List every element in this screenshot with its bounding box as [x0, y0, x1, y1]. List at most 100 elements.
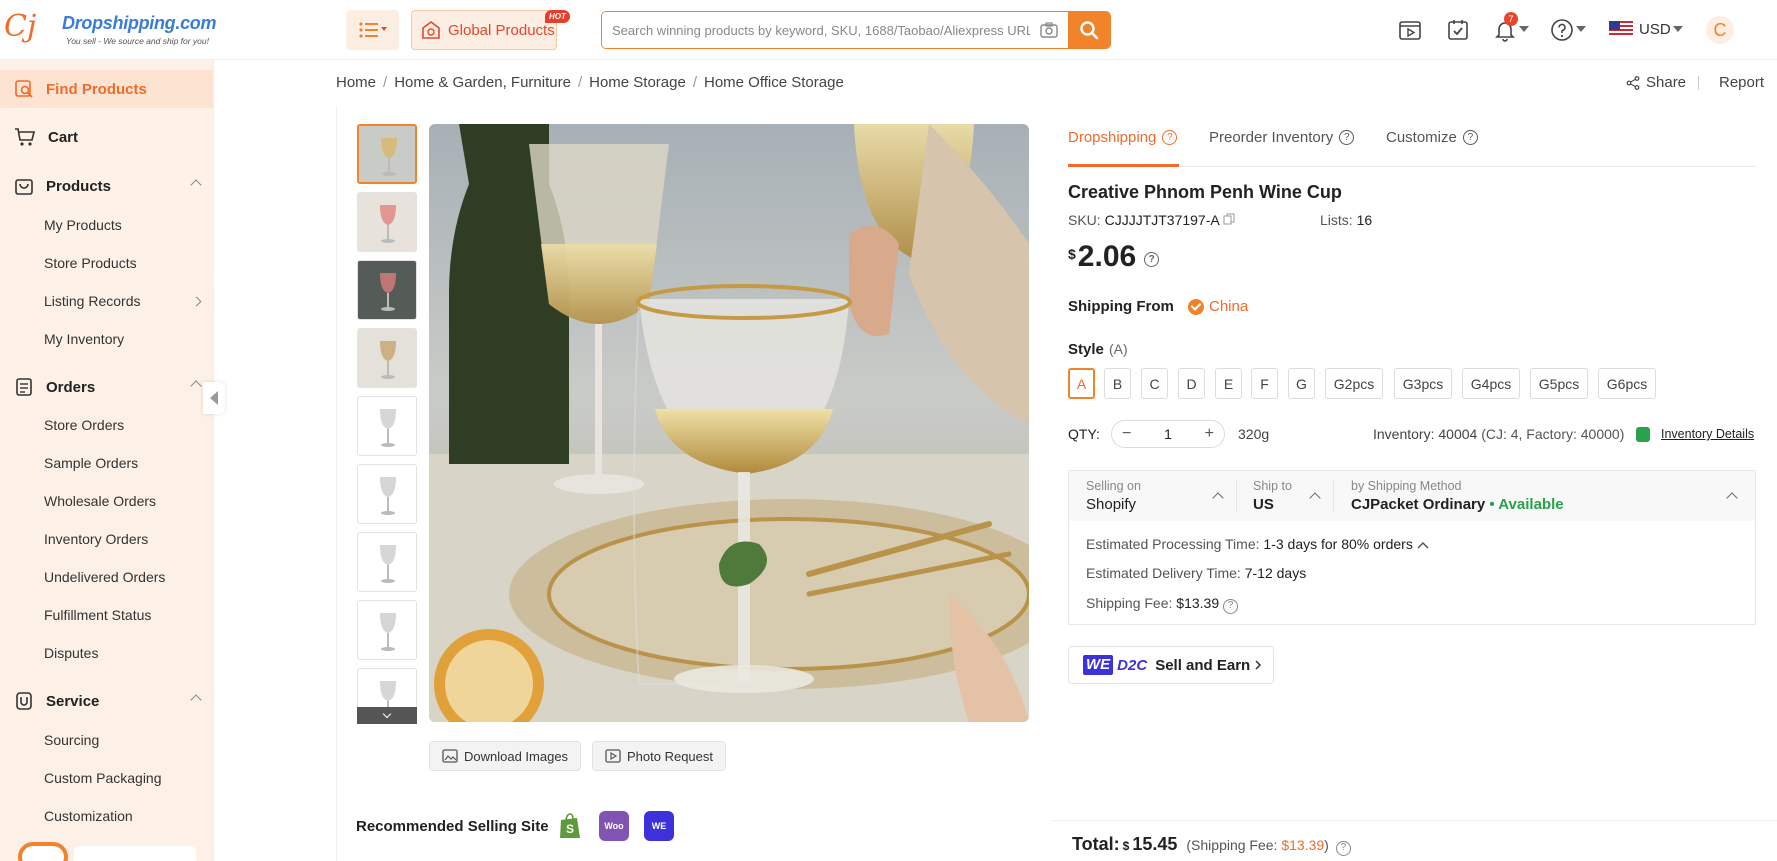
- chevron-up-icon[interactable]: [1417, 541, 1429, 549]
- breadcrumb-item[interactable]: Home Office Storage: [704, 74, 844, 91]
- sidebar-item-cart[interactable]: Cart: [0, 118, 213, 156]
- style-option[interactable]: A: [1068, 368, 1095, 399]
- sidebar-item-find-products[interactable]: Find Products: [0, 70, 213, 108]
- video-button[interactable]: [1396, 16, 1424, 44]
- logo-mark: Cj: [4, 9, 37, 44]
- style-option[interactable]: G4pcs: [1462, 368, 1520, 399]
- we-d2c-icon[interactable]: WE: [644, 811, 674, 841]
- sidebar-item-products[interactable]: Products: [0, 167, 213, 205]
- product-thumbnail[interactable]: [357, 124, 417, 184]
- sidebar-collapse-button[interactable]: [203, 382, 225, 414]
- sidebar-item-orders[interactable]: Orders: [0, 368, 213, 406]
- style-option[interactable]: B: [1104, 368, 1131, 399]
- woocommerce-icon[interactable]: Woo: [599, 811, 629, 841]
- share-button[interactable]: Share: [1626, 74, 1686, 91]
- style-option[interactable]: G6pcs: [1598, 368, 1656, 399]
- thumbnail-scroll-down[interactable]: [357, 707, 417, 724]
- sidebar-item-fulfillment-status[interactable]: Fulfillment Status: [44, 607, 151, 623]
- sidebar-item-label: Cart: [48, 128, 79, 146]
- product-thumbnail[interactable]: [357, 192, 417, 252]
- bag-icon: [15, 179, 33, 195]
- support-widget-icon[interactable]: [18, 842, 68, 861]
- breadcrumb-item[interactable]: Home: [336, 74, 376, 91]
- help-icon[interactable]: ?: [1339, 130, 1355, 145]
- global-products-button[interactable]: Global Products: [411, 10, 557, 50]
- shipping-method-selector[interactable]: by Shipping Method CJPacket Ordinary • A…: [1351, 479, 1564, 513]
- currency-selector[interactable]: USD: [1639, 21, 1671, 38]
- support-widget-card[interactable]: [74, 846, 196, 861]
- style-option[interactable]: G3pcs: [1394, 368, 1452, 399]
- sidebar-item-custom-packaging[interactable]: Custom Packaging: [44, 770, 162, 786]
- style-option[interactable]: G: [1288, 368, 1315, 399]
- product-thumbnail[interactable]: [357, 532, 417, 592]
- help-icon[interactable]: ?: [1144, 252, 1160, 267]
- tab-customize[interactable]: Customize ?: [1386, 129, 1478, 146]
- shipping-panel-header: Selling on Shopify Ship to US by Shippin…: [1069, 471, 1755, 521]
- tab-preorder-inventory[interactable]: Preorder Inventory ?: [1209, 129, 1355, 146]
- quantity-value[interactable]: 1: [1164, 426, 1172, 442]
- sidebar-item-listing-records[interactable]: Listing Records: [44, 293, 141, 309]
- tab-dropshipping[interactable]: Dropshipping ?: [1068, 129, 1178, 146]
- copy-icon[interactable]: [1223, 213, 1235, 225]
- shopify-icon[interactable]: S: [555, 811, 585, 841]
- search-input[interactable]: [602, 12, 1030, 48]
- breadcrumb-item[interactable]: Home & Garden, Furniture: [394, 74, 571, 91]
- product-thumbnail[interactable]: [357, 464, 417, 524]
- style-option[interactable]: C: [1141, 368, 1168, 399]
- help-icon[interactable]: ?: [1162, 130, 1178, 145]
- product-thumbnail[interactable]: [357, 396, 417, 456]
- style-option[interactable]: G5pcs: [1530, 368, 1588, 399]
- search-bar: [601, 11, 1111, 49]
- report-link[interactable]: Report: [1719, 74, 1764, 91]
- style-option[interactable]: D: [1178, 368, 1205, 399]
- style-option[interactable]: G2pcs: [1325, 368, 1383, 399]
- breadcrumb-item[interactable]: Home Storage: [589, 74, 686, 91]
- site-logo[interactable]: Cj Dropshipping.com You sell - We source…: [4, 9, 217, 50]
- selling-on-selector[interactable]: Selling on Shopify: [1086, 479, 1141, 513]
- product-main-image[interactable]: [429, 124, 1029, 722]
- inventory-info: Inventory: 40004 (CJ: 4, Factory: 40000): [1373, 426, 1624, 442]
- shipping-fee: Shipping Fee: $13.39 ?: [1086, 595, 1239, 614]
- sidebar-item-sample-orders[interactable]: Sample Orders: [44, 455, 138, 471]
- shipping-panel: Selling on Shopify Ship to US by Shippin…: [1068, 470, 1756, 625]
- image-search-button[interactable]: [1030, 12, 1068, 48]
- tasks-button[interactable]: [1444, 16, 1472, 44]
- recommended-selling-site-label: Recommended Selling Site: [356, 818, 549, 835]
- product-thumbnail[interactable]: [357, 260, 417, 320]
- help-icon[interactable]: ?: [1335, 840, 1351, 856]
- quantity-stepper[interactable]: − 1 +: [1111, 420, 1225, 448]
- avatar[interactable]: C: [1706, 16, 1734, 44]
- sidebar-item-label: Orders: [46, 378, 96, 396]
- shipping-from-option[interactable]: China: [1188, 298, 1248, 315]
- checkmark-icon: [1188, 298, 1204, 315]
- sidebar-item-my-inventory[interactable]: My Inventory: [44, 331, 124, 347]
- sidebar-item-customization[interactable]: Customization: [44, 808, 133, 824]
- ship-to-selector[interactable]: Ship to US: [1253, 479, 1292, 513]
- style-option[interactable]: F: [1251, 368, 1278, 399]
- sidebar-item-wholesale-orders[interactable]: Wholesale Orders: [44, 493, 156, 509]
- sidebar-item-undelivered-orders[interactable]: Undelivered Orders: [44, 569, 165, 585]
- sidebar-item-store-products[interactable]: Store Products: [44, 255, 137, 271]
- sidebar-item-sourcing[interactable]: Sourcing: [44, 732, 99, 748]
- sidebar-item-disputes[interactable]: Disputes: [44, 645, 98, 661]
- help-button[interactable]: [1548, 16, 1576, 44]
- increment-button[interactable]: +: [1205, 425, 1214, 443]
- inventory-details-link[interactable]: Inventory Details: [1661, 427, 1754, 441]
- help-icon[interactable]: ?: [1223, 598, 1239, 614]
- download-images-button[interactable]: Download Images: [429, 741, 582, 771]
- sidebar-item-service[interactable]: Service: [0, 682, 213, 720]
- photo-request-button[interactable]: Photo Request: [592, 741, 727, 771]
- we-d2c-sell-earn-button[interactable]: WE D2C Sell and Earn: [1068, 646, 1274, 684]
- us-flag-icon[interactable]: [1609, 21, 1633, 37]
- search-button[interactable]: [1068, 12, 1110, 48]
- help-icon[interactable]: ?: [1462, 130, 1478, 145]
- sidebar-item-inventory-orders[interactable]: Inventory Orders: [44, 531, 148, 547]
- product-thumbnail[interactable]: [357, 600, 417, 660]
- sidebar-item-store-orders[interactable]: Store Orders: [44, 417, 124, 433]
- category-menu-button[interactable]: [346, 10, 399, 50]
- decrement-button[interactable]: −: [1122, 425, 1131, 443]
- product-thumbnail[interactable]: [357, 328, 417, 388]
- style-option[interactable]: E: [1215, 368, 1242, 399]
- chevron-down-icon: [382, 709, 392, 719]
- sidebar-item-my-products[interactable]: My Products: [44, 217, 122, 233]
